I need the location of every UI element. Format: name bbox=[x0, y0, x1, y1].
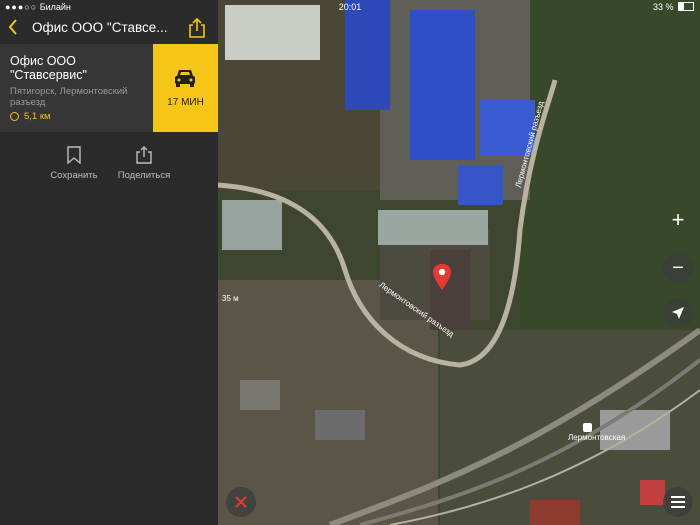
station-icon bbox=[583, 423, 592, 432]
bookmark-icon bbox=[67, 146, 81, 164]
location-button[interactable] bbox=[663, 298, 693, 328]
menu-icon bbox=[671, 496, 685, 508]
location-pin-icon[interactable] bbox=[433, 264, 451, 290]
share-icon bbox=[136, 146, 152, 164]
share-icon[interactable] bbox=[188, 18, 206, 38]
route-button[interactable]: 17 МИН bbox=[153, 44, 218, 132]
close-route-button[interactable] bbox=[226, 487, 256, 517]
station-label: Лермонтовская bbox=[568, 433, 626, 442]
battery: 33 % bbox=[653, 2, 694, 12]
place-name: Офис ООО "Ставсервис" bbox=[10, 54, 87, 82]
place-panel: Офис ООО "Ставсе... Офис ООО "Ставсервис… bbox=[0, 0, 218, 525]
place-address: Пятигорск, Лермонтовский разъезд bbox=[10, 86, 128, 108]
height-label: 35 м bbox=[222, 294, 239, 303]
zoom-out-button[interactable]: − bbox=[663, 253, 693, 283]
menu-button[interactable] bbox=[663, 487, 693, 517]
clock: 20:01 bbox=[338, 2, 362, 12]
chevron-left-icon bbox=[8, 19, 17, 35]
car-icon bbox=[175, 70, 195, 87]
place-distance: 5,1 км bbox=[10, 111, 51, 122]
back-button[interactable] bbox=[8, 16, 18, 40]
page-title: Офис ООО "Ставсе... bbox=[32, 20, 168, 35]
battery-icon bbox=[678, 2, 694, 11]
save-button[interactable]: Сохранить bbox=[44, 146, 104, 181]
share-button[interactable]: Поделиться bbox=[114, 146, 174, 181]
compass-icon bbox=[10, 112, 19, 121]
zoom-in-button[interactable]: + bbox=[663, 205, 693, 235]
status-bar: ●●●○○ Билайн 20:01 33 % bbox=[0, 0, 700, 14]
route-time: 17 МИН bbox=[167, 97, 204, 108]
close-icon bbox=[235, 496, 247, 508]
navigation-arrow-icon bbox=[672, 307, 684, 319]
panel-header: Офис ООО "Ставсе... bbox=[0, 14, 218, 44]
